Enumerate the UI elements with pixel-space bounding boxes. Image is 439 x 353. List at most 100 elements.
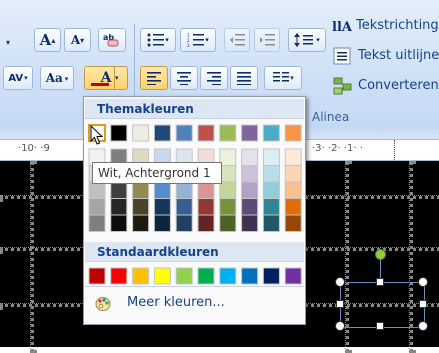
theme-shade-swatch[interactable]: [175, 214, 193, 232]
theme-shade-swatch[interactable]: [153, 214, 171, 232]
bullet-list-icon: [147, 33, 165, 47]
character-spacing-button[interactable]: AV ▾: [3, 66, 33, 90]
theme-shade-swatch[interactable]: [175, 181, 193, 199]
theme-shade-swatch[interactable]: [284, 214, 302, 232]
theme-color-swatch[interactable]: [262, 124, 280, 142]
standard-color-swatch[interactable]: [219, 267, 237, 285]
guide-line: [30, 161, 34, 353]
standard-color-swatch[interactable]: [88, 267, 106, 285]
theme-shade-swatch[interactable]: [262, 181, 280, 199]
resize-handle[interactable]: [336, 300, 344, 308]
theme-shade-swatch[interactable]: [262, 165, 280, 183]
columns-button[interactable]: ▾: [264, 66, 302, 90]
align-left-button[interactable]: [140, 66, 168, 90]
theme-color-swatch[interactable]: [219, 124, 237, 142]
theme-color-swatch[interactable]: [175, 124, 193, 142]
theme-shade-swatch[interactable]: [262, 198, 280, 216]
resize-handle[interactable]: [418, 321, 428, 331]
theme-shade-swatch[interactable]: [241, 181, 259, 199]
theme-shade-swatch[interactable]: [88, 181, 106, 199]
theme-shade-swatch[interactable]: [132, 181, 150, 199]
standard-color-swatch[interactable]: [132, 267, 150, 285]
theme-shade-swatch[interactable]: [219, 148, 237, 166]
theme-shade-swatch[interactable]: [241, 198, 259, 216]
bullets-button[interactable]: ▾: [140, 28, 176, 52]
theme-shade-swatch[interactable]: [262, 214, 280, 232]
indent-icon: [260, 34, 275, 46]
resize-handle[interactable]: [335, 321, 345, 331]
decrease-font-label: A: [70, 33, 81, 47]
convert-smartart-button[interactable]: Converteren: [358, 78, 439, 93]
theme-shade-swatch[interactable]: [262, 148, 280, 166]
align-right-button[interactable]: [200, 66, 228, 90]
resize-handle[interactable]: [418, 277, 428, 287]
theme-shade-swatch[interactable]: [88, 214, 106, 232]
color-tooltip: Wit, Achtergrond 1: [92, 162, 222, 184]
increase-indent-button[interactable]: [254, 28, 280, 52]
theme-color-swatch[interactable]: [110, 124, 128, 142]
theme-color-swatch[interactable]: [153, 124, 171, 142]
rotation-handle[interactable]: [375, 249, 386, 260]
theme-shade-swatch[interactable]: [197, 214, 215, 232]
theme-shade-swatch[interactable]: [110, 198, 128, 216]
theme-shade-swatch[interactable]: [284, 198, 302, 216]
theme-color-swatch[interactable]: [241, 124, 259, 142]
resize-handle[interactable]: [419, 300, 427, 308]
align-center-button[interactable]: [170, 66, 198, 90]
clear-formatting-button[interactable]: ab: [98, 28, 126, 52]
font-color-indicator: [91, 83, 109, 86]
change-case-button[interactable]: Aa ▾: [40, 66, 74, 90]
svg-text:3: 3: [187, 43, 190, 47]
theme-shade-swatch[interactable]: [241, 214, 259, 232]
resize-handle[interactable]: [376, 322, 384, 330]
decrease-indent-button[interactable]: [224, 28, 250, 52]
theme-shade-swatch[interactable]: [197, 181, 215, 199]
theme-shade-swatch[interactable]: [241, 165, 259, 183]
resize-handle[interactable]: [335, 277, 345, 287]
theme-color-swatch[interactable]: [197, 124, 215, 142]
standard-color-swatch[interactable]: [153, 267, 171, 285]
columns-icon: [273, 72, 290, 82]
theme-shade-swatch[interactable]: [132, 198, 150, 216]
more-colors-item[interactable]: Meer kleuren...: [85, 289, 304, 319]
increase-font-button[interactable]: A ▴: [34, 28, 61, 52]
font-size-dropdown-arrow[interactable]: ▾: [6, 38, 10, 47]
standard-color-swatch[interactable]: [110, 267, 128, 285]
standard-color-swatch[interactable]: [197, 267, 215, 285]
theme-shade-swatch[interactable]: [219, 214, 237, 232]
resize-handle[interactable]: [376, 278, 384, 286]
standard-color-swatch[interactable]: [284, 267, 302, 285]
theme-shade-swatch[interactable]: [284, 165, 302, 183]
theme-shade-swatch[interactable]: [88, 198, 106, 216]
theme-shade-swatch[interactable]: [219, 198, 237, 216]
decrease-font-button[interactable]: A ▾: [64, 28, 91, 52]
line-spacing-icon: [294, 33, 314, 47]
justify-icon: [237, 72, 251, 85]
standard-color-swatch[interactable]: [262, 267, 280, 285]
text-direction-button[interactable]: Tekstrichting: [356, 18, 439, 33]
theme-shade-swatch[interactable]: [219, 181, 237, 199]
theme-shade-swatch[interactable]: [175, 198, 193, 216]
align-text-button[interactable]: Tekst uitlijnen: [358, 48, 439, 63]
theme-shade-swatch[interactable]: [219, 165, 237, 183]
numbering-button[interactable]: 1 2 3 ▾: [180, 28, 216, 52]
justify-button[interactable]: [230, 66, 258, 90]
theme-shade-swatch[interactable]: [284, 148, 302, 166]
font-color-button[interactable]: A ▾: [84, 66, 128, 90]
theme-shade-swatch[interactable]: [284, 181, 302, 199]
theme-color-swatch[interactable]: [132, 124, 150, 142]
standard-color-swatch[interactable]: [175, 267, 193, 285]
theme-shade-swatch[interactable]: [153, 198, 171, 216]
theme-shade-swatch[interactable]: [197, 198, 215, 216]
line-spacing-button[interactable]: ▾: [288, 28, 326, 52]
change-case-label: Aa: [45, 71, 63, 85]
theme-shade-swatch[interactable]: [153, 181, 171, 199]
theme-shade-swatch[interactable]: [132, 214, 150, 232]
standard-color-swatch[interactable]: [241, 267, 259, 285]
theme-shade-swatch[interactable]: [241, 148, 259, 166]
theme-shade-swatch[interactable]: [110, 214, 128, 232]
theme-shade-swatch[interactable]: [110, 181, 128, 199]
theme-color-swatch[interactable]: [284, 124, 302, 142]
font-color-dropdown-arrow[interactable]: ▾: [114, 67, 127, 89]
align-left-icon: [147, 72, 161, 85]
